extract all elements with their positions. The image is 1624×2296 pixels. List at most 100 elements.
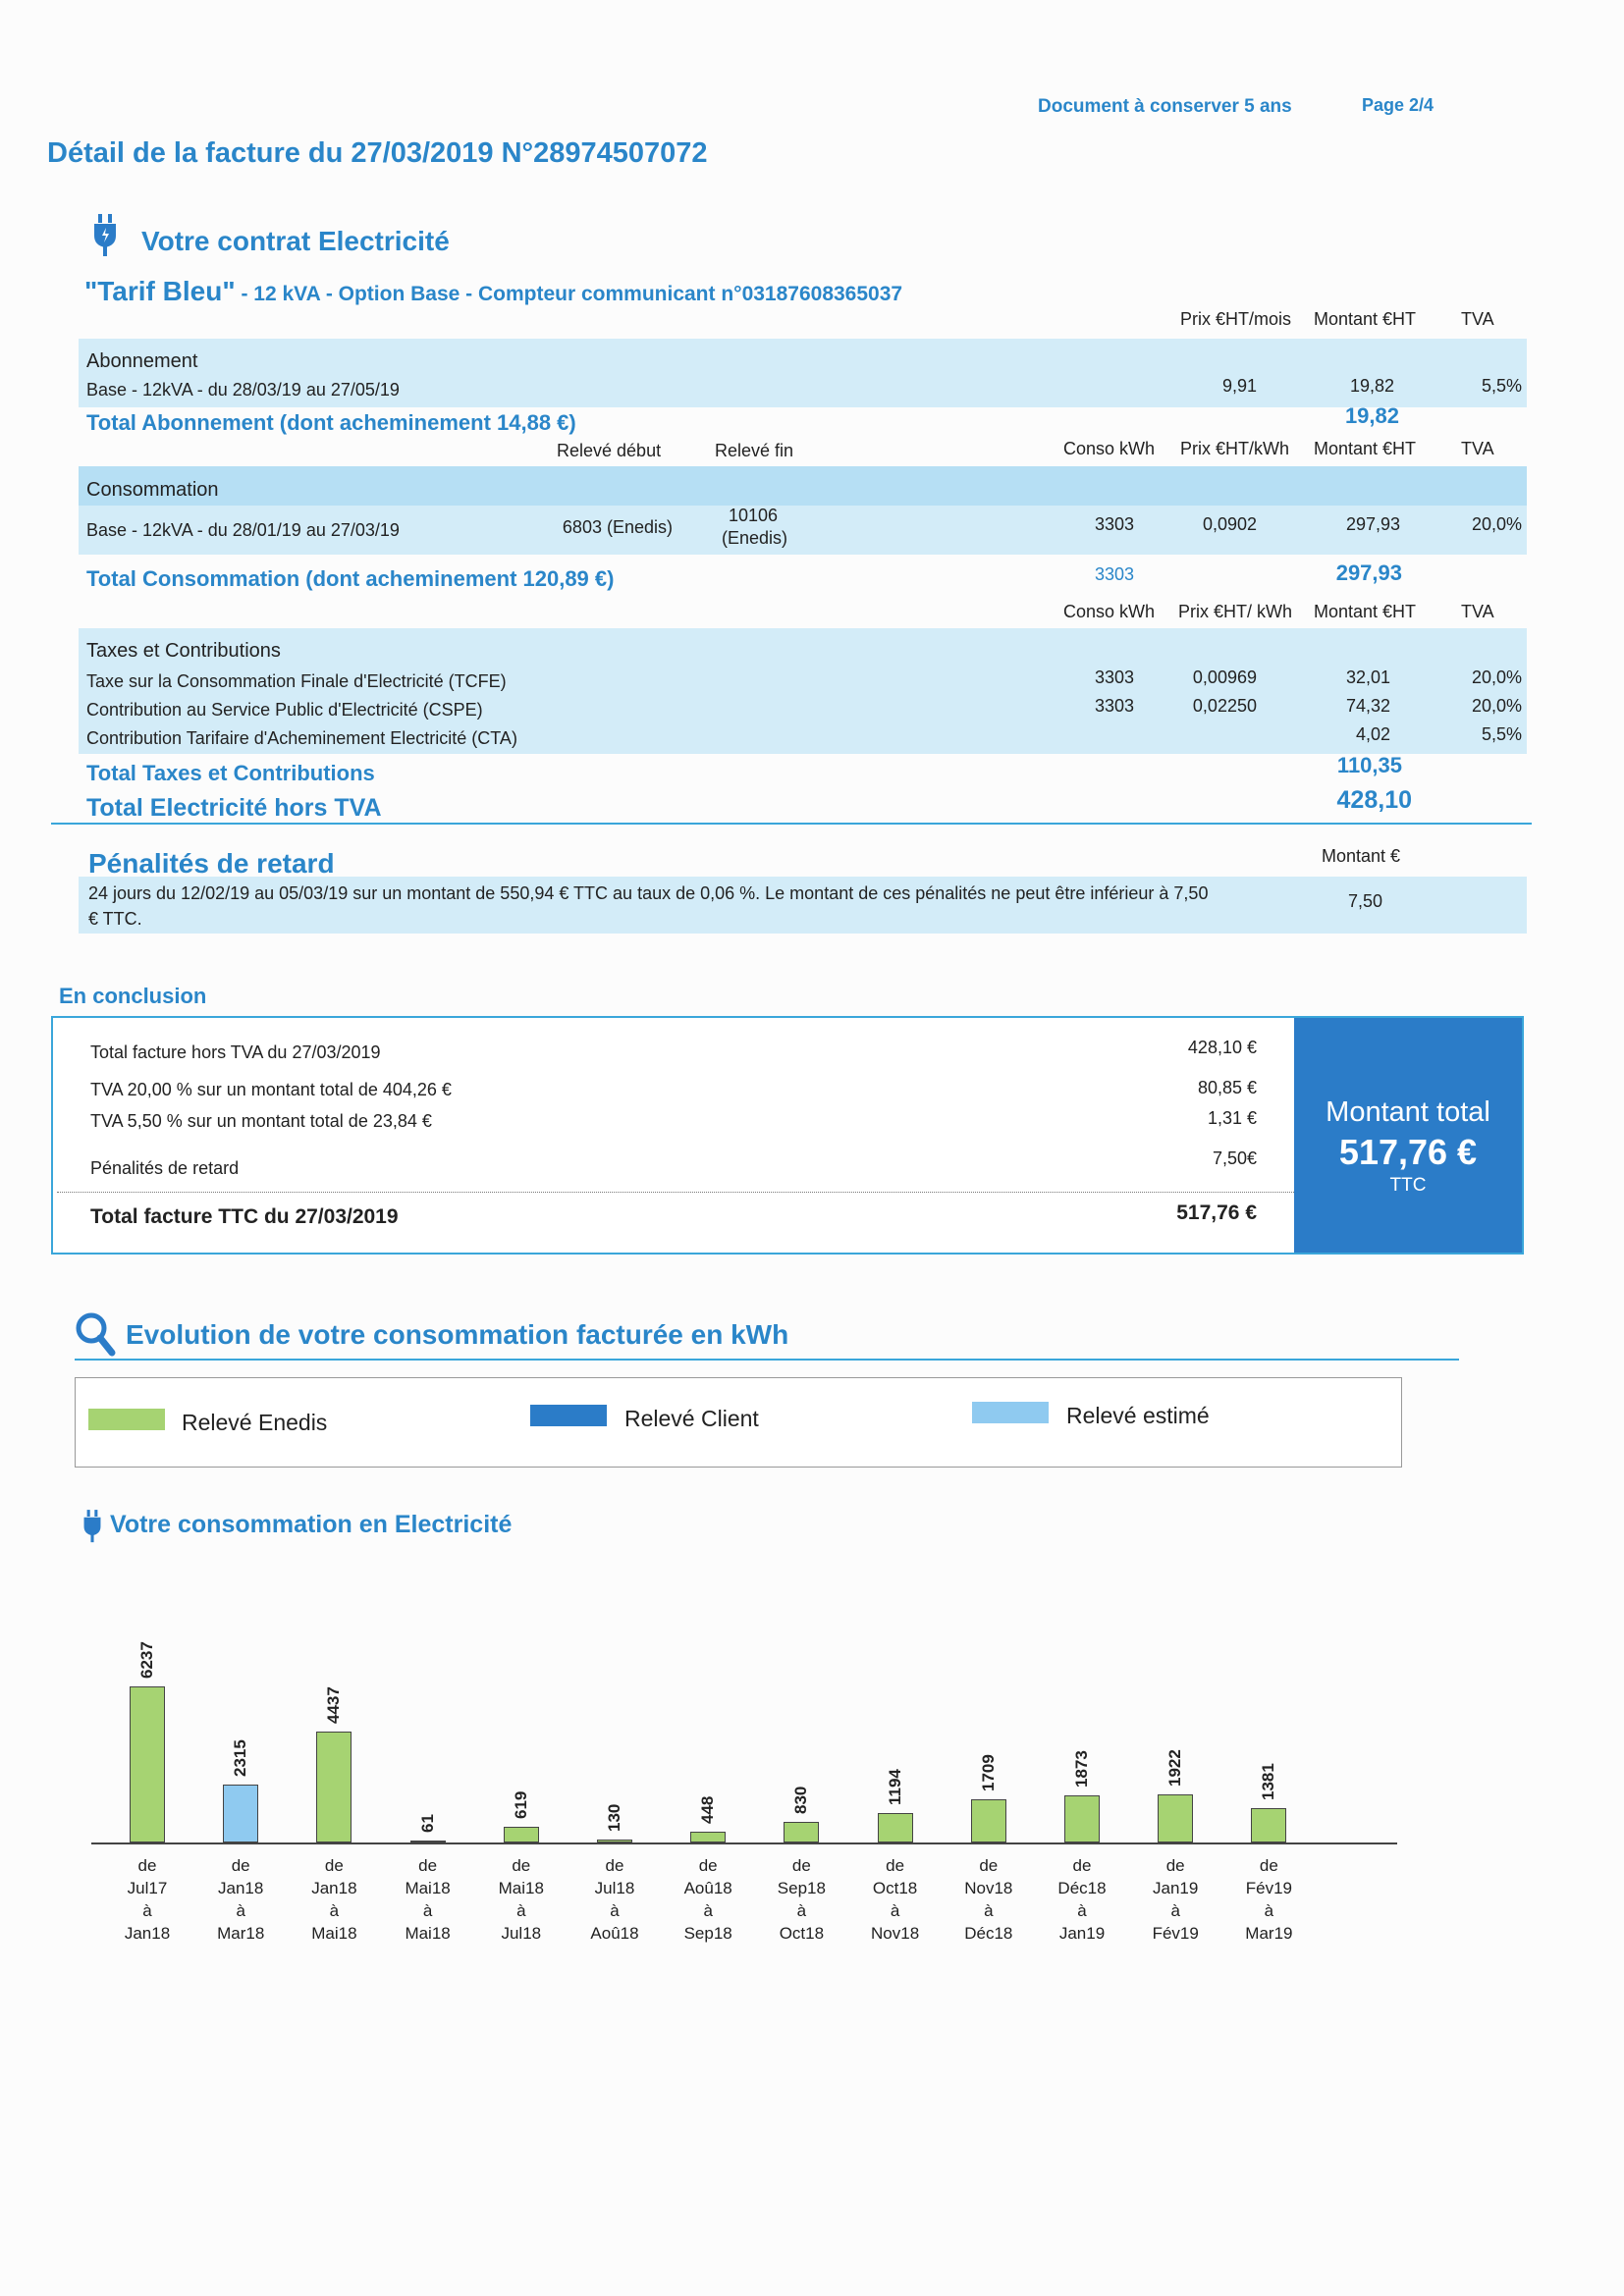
concl-label-tva20: TVA 20,00 % sur un montant total de 404,… — [90, 1080, 452, 1099]
col-montant: Montant €HT — [1314, 309, 1417, 329]
chart-category-label: de Mai18 à Jul18 — [498, 1856, 544, 1943]
consommation-total-label: Total Consommation (dont acheminement 12… — [86, 566, 615, 591]
chart-category-label: de Sep18 à Oct18 — [777, 1856, 826, 1943]
contract-line: "Tarif Bleu" - 12 kVA - Option Base - Co… — [84, 276, 902, 307]
concl-value-ht: 428,10 € — [1187, 1038, 1257, 1057]
abonnement-tva: 5,5% — [1481, 376, 1522, 396]
montant-total-amount: 517,76 € — [1338, 1132, 1478, 1172]
section-divider — [51, 823, 1532, 825]
evolution-heading: Evolution de votre consommation facturée… — [126, 1319, 789, 1350]
chart-bar — [1064, 1795, 1100, 1842]
keep-document-note: Document à conserver 5 ans — [1038, 96, 1292, 117]
invoice-title: Détail de la facture du 27/03/2019 N°289… — [47, 137, 708, 169]
tarif-name: "Tarif Bleu" — [84, 276, 236, 306]
tax-tva-tcfe: 20,0% — [1471, 667, 1522, 687]
col-conso-3: Conso kWh — [1063, 602, 1156, 621]
concl-divider — [57, 1192, 1322, 1193]
col-montant-euro: Montant € — [1322, 846, 1401, 866]
tax-prix-tcfe: 0,00969 — [1192, 667, 1257, 687]
legend-label-estime: Relevé estimé — [1066, 1403, 1210, 1428]
chart-category-label: de Jan19 à Fév19 — [1152, 1856, 1199, 1943]
chart-category-label: de Nov18 à Déc18 — [964, 1856, 1013, 1943]
chart-category-label: de Mai18 à Mai18 — [405, 1856, 451, 1943]
tax-prix-cspe: 0,02250 — [1192, 696, 1257, 716]
consommation-tva: 20,0% — [1471, 514, 1522, 534]
total-elec-label: Total Electricité hors TVA — [86, 794, 382, 822]
montant-total-title: Montant total — [1326, 1096, 1490, 1128]
chart-bar-value: 1709 — [978, 1754, 998, 1792]
consommation-total-value: 297,93 — [1335, 561, 1402, 585]
contract-heading: Votre contrat Electricité — [141, 226, 450, 256]
tax-montant-cspe: 74,32 — [1345, 696, 1390, 716]
chart-category-label: de Aoû18 à Sep18 — [683, 1856, 732, 1943]
abonnement-line: Base - 12kVA - du 28/03/19 au 27/05/19 — [86, 380, 400, 400]
abonnement-section: Abonnement — [86, 350, 198, 372]
consommation-prix: 0,0902 — [1202, 514, 1257, 534]
concl-total-value: 517,76 € — [1176, 1201, 1257, 1224]
abonnement-montant: 19,82 — [1349, 376, 1394, 396]
tax-conso-cspe: 3303 — [1094, 696, 1134, 716]
chart-bar-value: 1922 — [1165, 1749, 1185, 1787]
chart-bar — [690, 1831, 727, 1842]
consommation-conso: 3303 — [1094, 514, 1134, 534]
concl-label-penalites: Pénalités de retard — [90, 1158, 240, 1178]
penalites-text-1: 24 jours du 12/02/19 au 05/03/19 sur un … — [88, 883, 1209, 903]
chart-bar — [316, 1731, 352, 1842]
chart-bar-value: 130 — [605, 1803, 623, 1832]
legend-swatch-client — [530, 1405, 607, 1426]
chart-bar — [130, 1686, 165, 1842]
chart-bar — [877, 1812, 913, 1842]
chart-bar-value: 1381 — [1259, 1762, 1278, 1800]
chart-category-label: de Jan18 à Mai18 — [311, 1856, 357, 1943]
chart-baseline — [91, 1842, 1397, 1844]
col-montant-2: Montant €HT — [1314, 439, 1417, 458]
abonnement-total-label: Total Abonnement (dont acheminement 14,8… — [86, 410, 576, 435]
chart-bar-value: 448 — [698, 1795, 718, 1824]
chart-bar — [223, 1784, 259, 1842]
tax-conso-tcfe: 3303 — [1094, 667, 1134, 687]
chart-bar-value: 619 — [511, 1790, 530, 1820]
tax-montant-tcfe: 32,01 — [1345, 667, 1390, 687]
abonnement-total-value: 19,82 — [1344, 403, 1399, 428]
concl-total-label: Total facture TTC du 27/03/2019 — [90, 1205, 399, 1228]
chart-category-label: de Jan18 à Mar18 — [217, 1856, 265, 1943]
consommation-montant: 297,93 — [1345, 514, 1400, 534]
plug-icon — [92, 214, 118, 262]
chart-bar-value: 1873 — [1072, 1750, 1091, 1789]
abonnement-prix: 9,91 — [1221, 376, 1257, 396]
chart-bar — [970, 1799, 1006, 1842]
conclusion-heading: En conclusion — [59, 984, 207, 1008]
col-releve-debut: Relevé début — [557, 441, 662, 460]
consumption-subheading: Votre consommation en Electricité — [110, 1511, 513, 1538]
tarif-details: - 12 kVA - Option Base - Compteur commun… — [235, 283, 903, 305]
chart-category-label: de Déc18 à Jan19 — [1057, 1856, 1107, 1943]
chart-bar-value: 2315 — [231, 1739, 250, 1777]
col-prix-kwh-3: Prix €HT/ kWh — [1178, 602, 1293, 621]
penalites-text-2: € TTC. — [88, 909, 142, 929]
tax-label-tcfe: Taxe sur la Consommation Finale d'Electr… — [86, 671, 507, 691]
chart-bar — [1251, 1807, 1287, 1842]
concl-value-penalites: 7,50€ — [1212, 1148, 1257, 1168]
legend-swatch-estime — [972, 1402, 1049, 1423]
releve-debut: 6803 (Enedis) — [562, 517, 673, 537]
consommation-band-top — [79, 466, 1527, 506]
chart-bar-value: 6237 — [137, 1641, 156, 1679]
montant-total-box: Montant total 517,76 € TTC — [1294, 1018, 1522, 1253]
concl-label-ht: Total facture hors TVA du 27/03/2019 — [90, 1042, 381, 1062]
consommation-line: Base - 12kVA - du 28/01/19 au 27/03/19 — [86, 520, 400, 540]
consommation-total-conso: 3303 — [1094, 564, 1134, 584]
col-prix-mois: Prix €HT/mois — [1180, 309, 1292, 329]
tax-label-cta: Contribution Tarifaire d'Acheminement El… — [86, 728, 517, 748]
taxes-total-value: 110,35 — [1336, 753, 1402, 777]
col-releve-fin: Relevé fin — [715, 441, 794, 460]
magnifier-icon — [75, 1311, 118, 1363]
tax-tva-cspe: 20,0% — [1471, 696, 1522, 716]
page-number: Page 2/4 — [1362, 95, 1435, 115]
tax-label-cspe: Contribution au Service Public d'Electri… — [86, 700, 483, 720]
plug-icon-small — [82, 1509, 102, 1549]
releve-fin-1: 10106 — [729, 506, 779, 525]
concl-value-tva20: 80,85 € — [1197, 1078, 1257, 1097]
chart-bar-value: 1194 — [885, 1768, 904, 1805]
chart-category-label: de Fév19 à Mar19 — [1245, 1856, 1293, 1943]
col-montant-3: Montant €HT — [1314, 602, 1417, 621]
